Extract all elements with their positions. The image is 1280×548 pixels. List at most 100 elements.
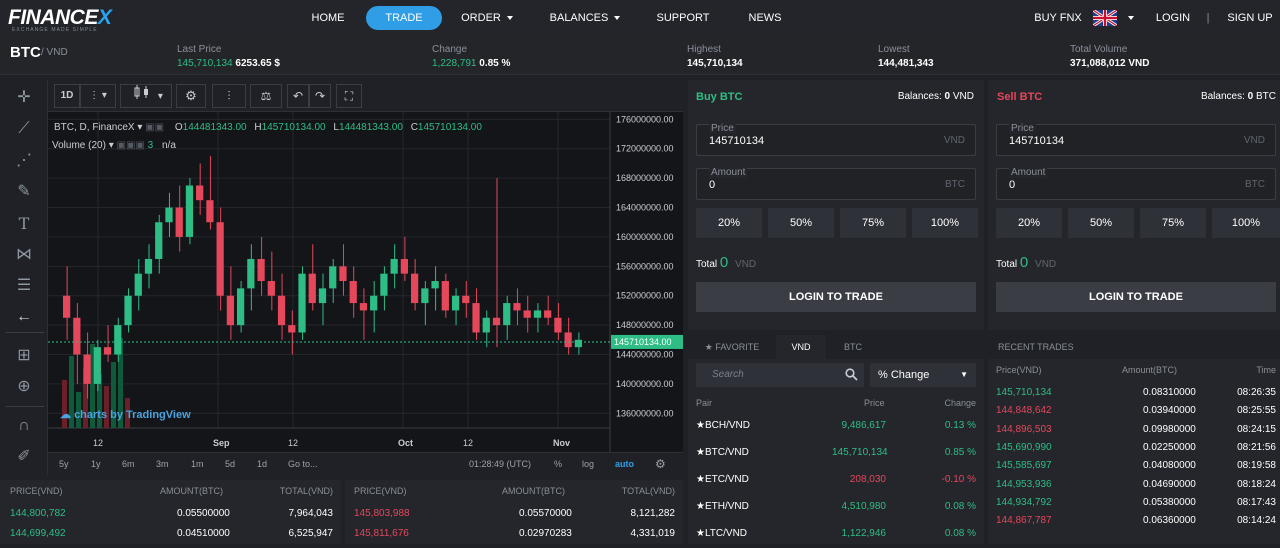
candle-body (165, 207, 173, 223)
buy-price-field[interactable]: Price 145710134 VND (696, 123, 976, 156)
interval-dropdown[interactable]: ⋮ ▾ (80, 84, 116, 108)
bid-price[interactable]: 144,699,492 (10, 528, 66, 539)
candle-body (329, 266, 337, 289)
auto-scale-toggle[interactable]: auto (615, 453, 634, 475)
compare-scale-icon[interactable]: ⚖ (250, 84, 282, 108)
goto-date[interactable]: Go to... (288, 453, 318, 475)
pair-title: BTC (10, 44, 41, 61)
sell-pct-100[interactable]: 100% (1212, 208, 1280, 238)
crosshair-icon[interactable]: ✛ (10, 86, 38, 110)
range-1m[interactable]: 1m (191, 453, 204, 475)
fib-tool-icon[interactable]: ⋰ (10, 149, 38, 173)
ask-price[interactable]: 145,811,676 (354, 528, 409, 539)
range-3m[interactable]: 3m (156, 453, 169, 475)
price-chart[interactable]: 176000000.00 172000000.00 168000000.00 1640… (48, 112, 683, 452)
buy-pct-75[interactable]: 75% (840, 208, 906, 238)
prediction-icon[interactable]: ☰ (10, 274, 38, 298)
zoom-in-icon[interactable]: ⊕ (10, 375, 38, 399)
percent-scale-toggle[interactable]: % (554, 453, 562, 475)
trade-amount: 0.09980000 (1143, 423, 1196, 435)
recent-time-header: Time (1256, 365, 1276, 375)
candle-type-icon (134, 85, 149, 99)
uk-flag-icon[interactable] (1093, 10, 1117, 26)
range-5y[interactable]: 5y (59, 453, 69, 475)
chart-type-button[interactable]: ▾ (120, 84, 172, 108)
undo-icon[interactable]: ↶ (287, 84, 309, 108)
pencil-icon[interactable]: ✐ (10, 445, 38, 469)
bid-price[interactable]: 144,800,782 (10, 508, 66, 519)
measure-icon[interactable]: ⊞ (10, 344, 38, 368)
indicators-icon[interactable]: ⫶ (212, 84, 246, 108)
trade-price: 144,934,792 (996, 496, 1052, 508)
login-link[interactable]: LOGIN (1150, 0, 1196, 37)
highest-label: Highest (687, 44, 721, 55)
star-icon[interactable]: ★ (696, 447, 705, 458)
market-row[interactable]: ★ETC/VND 208,030 -0.10 % (688, 467, 984, 494)
market-change: -0.10 % (941, 474, 976, 485)
buy-fnx-link[interactable]: BUY FNX (1030, 0, 1086, 37)
time-axis-label: Oct (398, 438, 413, 448)
buy-amount-field[interactable]: Amount 0 BTC (696, 167, 976, 200)
market-row[interactable]: ★ETH/VND 4,510,980 0.08 % (688, 494, 984, 521)
star-icon[interactable]: ★ (696, 528, 705, 539)
tab-btc[interactable]: BTC (826, 335, 880, 359)
buy-pct-50[interactable]: 50% (768, 208, 834, 238)
chart-bottom-toolbar: 5y 1y 6m 3m 1m 5d 1d Go to... 01:28:49 (… (48, 452, 683, 475)
search-icon[interactable] (845, 368, 858, 381)
back-arrow-icon[interactable]: ← (10, 305, 38, 329)
range-1d[interactable]: 1d (257, 453, 267, 475)
candle-body (73, 317, 81, 355)
market-search-input[interactable]: Search (696, 363, 864, 387)
magnet-icon[interactable]: ∩ (10, 414, 38, 438)
trend-line-icon[interactable]: ⟋ (10, 117, 38, 141)
market-row[interactable]: ★BTC/VND 145,710,134 0.85 % (688, 440, 984, 467)
brush-icon[interactable]: ✎ (10, 180, 38, 204)
nav-balances[interactable]: BALANCES (545, 0, 625, 37)
range-1y[interactable]: 1y (91, 453, 101, 475)
pattern-icon[interactable]: ⋈ (10, 243, 38, 267)
redo-icon[interactable]: ↷ (309, 84, 331, 108)
buy-pct-100[interactable]: 100% (912, 208, 978, 238)
language-chevron-icon[interactable] (1128, 16, 1134, 20)
volume-legend: Volume (20) ▾ ▣▣▣ 3 n/a (52, 140, 176, 151)
sort-select[interactable]: % Change ▼ (870, 363, 976, 387)
candle-body (574, 339, 582, 348)
star-icon[interactable]: ★ (696, 474, 705, 485)
text-tool-icon[interactable]: T (10, 212, 38, 236)
tradingview-watermark[interactable]: ☁ charts by TradingView (60, 408, 191, 421)
chart-settings-icon[interactable]: ⚙ (655, 453, 666, 475)
nav-support[interactable]: SUPPORT (650, 0, 716, 37)
candle-body (134, 273, 142, 296)
candle-body (298, 273, 306, 333)
star-icon[interactable]: ★ (696, 420, 705, 431)
star-icon[interactable]: ★ (696, 501, 705, 512)
buy-login-button[interactable]: LOGIN TO TRADE (696, 282, 976, 312)
range-6m[interactable]: 6m (122, 453, 135, 475)
nav-news[interactable]: NEWS (742, 0, 788, 37)
signup-link[interactable]: SIGN UP (1222, 0, 1278, 37)
sell-pct-75[interactable]: 75% (1140, 208, 1206, 238)
buy-pct-20[interactable]: 20% (696, 208, 762, 238)
nav-order[interactable]: ORDER (455, 0, 519, 37)
fullscreen-icon[interactable]: ⛶ (336, 84, 362, 108)
interval-button[interactable]: 1D (54, 84, 80, 108)
sell-login-button[interactable]: LOGIN TO TRADE (996, 282, 1276, 312)
nav-trade[interactable]: TRADE (366, 6, 442, 30)
market-row[interactable]: ★BCH/VND 9,486,617 0.13 % (688, 413, 984, 440)
lowest-label: Lowest (878, 44, 910, 55)
nav-home[interactable]: HOME (300, 0, 356, 37)
settings-gear-icon[interactable]: ⚙ (176, 84, 206, 108)
log-scale-toggle[interactable]: log (582, 453, 594, 475)
brand-tagline: EXCHANGE MADE SIMPLE (12, 27, 98, 33)
tab-favorite[interactable]: ★ FAVORITE (688, 335, 776, 359)
sell-pct-50[interactable]: 50% (1068, 208, 1134, 238)
sell-amount-field[interactable]: Amount 0 BTC (996, 167, 1276, 200)
candle-body (513, 303, 521, 311)
sell-price-field[interactable]: Price 145710134 VND (996, 123, 1276, 156)
range-5d[interactable]: 5d (225, 453, 235, 475)
ask-price[interactable]: 145,803,988 (354, 508, 410, 519)
ask-total: 4,331,019 (630, 528, 676, 539)
tab-vnd[interactable]: VND (776, 335, 826, 359)
candle-body (554, 317, 562, 333)
sell-pct-20[interactable]: 20% (996, 208, 1062, 238)
